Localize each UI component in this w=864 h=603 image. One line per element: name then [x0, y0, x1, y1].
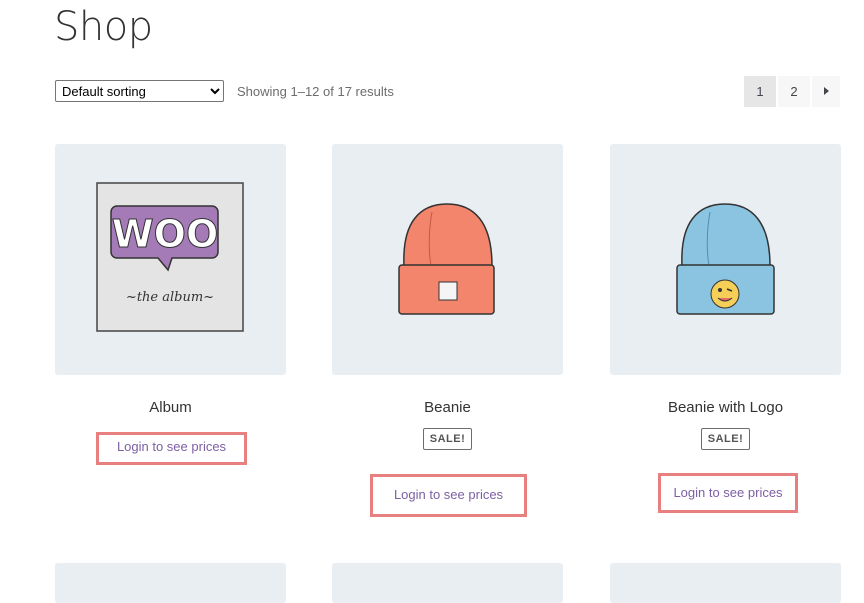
product-image-beanie-with-logo[interactable]: [610, 144, 841, 375]
sorting-select[interactable]: Default sorting: [55, 80, 224, 102]
product-image-row2-3[interactable]: [610, 563, 841, 603]
svg-text:WOO: WOO: [112, 212, 219, 256]
sale-badge: SALE!: [700, 428, 751, 450]
product-title-beanie[interactable]: Beanie: [332, 399, 563, 419]
pagination: 1 2: [744, 76, 840, 107]
product-image-row2-1[interactable]: [55, 563, 286, 603]
product-image-beanie[interactable]: [332, 144, 563, 375]
chevron-right-icon: [822, 84, 830, 99]
blue-beanie-logo-icon: [676, 203, 775, 315]
svg-text:~the album~: ~the album~: [126, 290, 214, 305]
product-image-album[interactable]: WOO ~the album~: [55, 144, 286, 375]
product-card-album: WOO ~the album~ Album: [55, 144, 286, 419]
woo-album-icon: WOO ~the album~: [96, 182, 244, 332]
product-card-beanie-with-logo: Beanie with Logo SALE!: [610, 144, 841, 450]
sale-badge: SALE!: [422, 428, 473, 450]
page-button-1[interactable]: 1: [744, 76, 776, 107]
login-to-see-prices-link-album[interactable]: Login to see prices: [96, 432, 247, 465]
next-page-button[interactable]: [812, 76, 840, 107]
login-to-see-prices-link-beanie-with-logo[interactable]: Login to see prices: [658, 473, 798, 513]
product-title-album[interactable]: Album: [55, 399, 286, 419]
page-title: Shop: [54, 4, 153, 50]
login-to-see-prices-link-beanie[interactable]: Login to see prices: [370, 474, 527, 517]
page-button-2[interactable]: 2: [778, 76, 810, 107]
result-count: Showing 1–12 of 17 results: [237, 84, 394, 99]
product-card-beanie: Beanie SALE!: [332, 144, 563, 450]
product-image-row2-2[interactable]: [332, 563, 563, 603]
product-title-beanie-with-logo[interactable]: Beanie with Logo: [610, 399, 841, 419]
orange-beanie-icon: [398, 203, 495, 315]
